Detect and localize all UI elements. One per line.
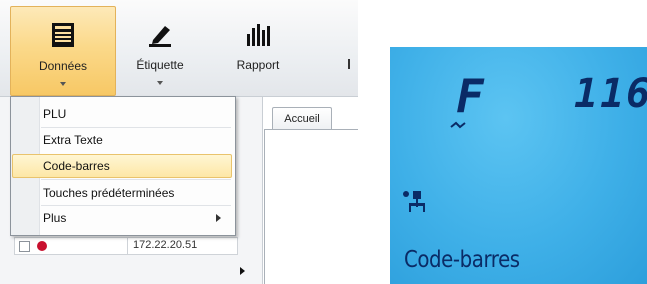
menu-item-label: Touches prédéterminées [43, 186, 175, 200]
ribbon-button-rapport[interactable]: Rapport [218, 6, 298, 94]
bar-chart-icon [244, 20, 272, 52]
menu-item-touches-predeterminees[interactable]: Touches prédéterminées [13, 182, 231, 204]
ribbon-button-donnees[interactable]: Données [10, 6, 116, 96]
submenu-arrow-icon [216, 214, 221, 222]
tab-accueil[interactable]: Accueil [272, 107, 332, 130]
column-divider [127, 238, 128, 254]
document-list-icon [50, 21, 76, 53]
ribbon-button-label: Données [38, 59, 88, 73]
chevron-down-icon [60, 82, 66, 86]
ribbon-button-partial[interactable] [348, 59, 350, 69]
menu-item-extra-texte[interactable]: Extra Texte [13, 129, 231, 151]
ribbon-button-etiquette[interactable]: Étiquette [118, 6, 202, 94]
menu-separator [41, 205, 231, 206]
ribbon-button-label: Rapport [236, 58, 280, 72]
row-checkbox[interactable] [19, 241, 30, 252]
scale-stability-icon [403, 191, 425, 212]
tare-indicator-icon [450, 121, 466, 129]
menu-item-label: Plus [43, 211, 67, 225]
lcd-segment-left: F [456, 69, 484, 123]
dropdown-menu: PLU Extra Texte Code-barres Touches préd… [10, 96, 236, 236]
row-address: 172.22.20.51 [133, 239, 198, 251]
menu-item-code-barres[interactable]: Code-barres [12, 154, 232, 178]
ribbon-button-label: Étiquette [136, 58, 184, 72]
pen-tag-icon [145, 20, 175, 52]
lcd-display: F 116 Code-barres [390, 47, 647, 284]
menu-item-plus[interactable]: Plus [13, 207, 231, 229]
menu-item-label: Code-barres [43, 159, 110, 173]
chevron-down-icon [157, 81, 163, 85]
menu-separator [41, 127, 231, 128]
menu-item-label: PLU [43, 107, 67, 121]
ribbon-toolbar: Données Étiquette Rapport [0, 0, 358, 97]
lcd-bottom-text: Code-barres [404, 247, 520, 273]
tab-content [264, 129, 358, 284]
menu-item-plu[interactable]: PLU [13, 103, 231, 125]
application-window: Données Étiquette Rapport Accueil 172.22… [0, 0, 358, 284]
menu-separator [41, 179, 231, 180]
lcd-segment-right: 116 [574, 71, 647, 117]
table-row[interactable]: 172.22.20.51 [14, 237, 238, 255]
menu-item-label: Extra Texte [43, 133, 103, 147]
status-dot-icon [37, 241, 47, 251]
scroll-right-arrow-icon[interactable] [240, 267, 245, 275]
